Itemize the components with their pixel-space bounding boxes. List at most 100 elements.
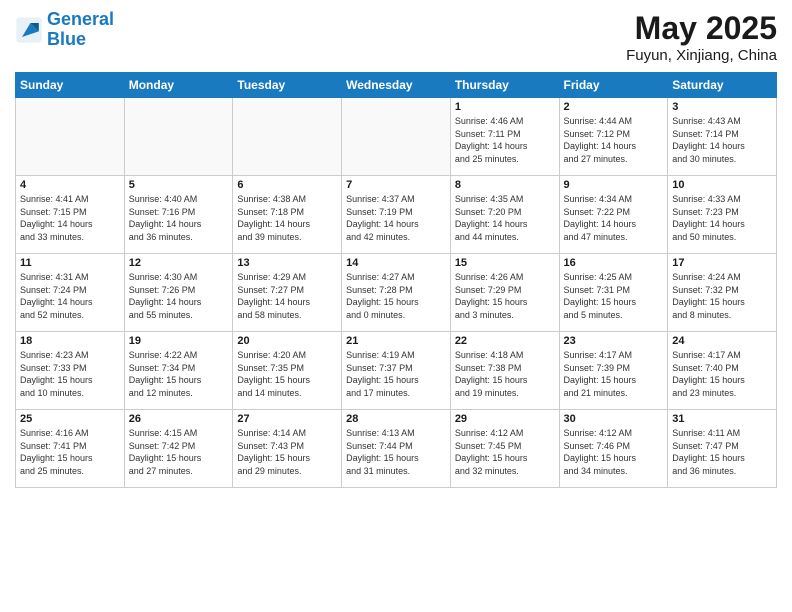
calendar-cell: 8Sunrise: 4:35 AM Sunset: 7:20 PM Daylig… [450, 176, 559, 254]
calendar-cell: 17 Sunrise: 4:24 AM Sunset: 7:32 PM Dayli… [668, 254, 777, 332]
day-info: Sunrise: 4:30 AM Sunset: 7:26 PM Dayligh… [129, 271, 229, 321]
day-info: Sunrise: 4:40 AM Sunset: 7:16 PM Dayligh… [129, 193, 229, 243]
day-number: 9 [564, 179, 664, 191]
day-number: 16 [564, 257, 664, 269]
day-info: Sunrise: 4:24 AM Sunset: 7:32 PM Dayligh… [672, 271, 772, 321]
calendar-cell: 22 Sunrise: 4:18 AM Sunset: 7:38 PM Dayli… [450, 332, 559, 410]
week-row-1: 4 Sunrise: 4:41 AM Sunset: 7:15 PM Daylig… [16, 176, 777, 254]
calendar-cell: 5Sunrise: 4:40 AM Sunset: 7:16 PM Daylig… [124, 176, 233, 254]
calendar-cell: 31 Sunrise: 4:11 AM Sunset: 7:47 PM Dayli… [668, 410, 777, 488]
calendar-cell [124, 98, 233, 176]
calendar-cell: 7Sunrise: 4:37 AM Sunset: 7:19 PM Daylig… [342, 176, 451, 254]
day-info: Sunrise: 4:38 AM Sunset: 7:18 PM Dayligh… [237, 193, 337, 243]
day-number: 11 [20, 257, 120, 269]
day-number: 19 [129, 335, 229, 347]
day-number: 14 [346, 257, 446, 269]
calendar-cell: 13 Sunrise: 4:29 AM Sunset: 7:27 PM Dayli… [233, 254, 342, 332]
day-info: Sunrise: 4:27 AM Sunset: 7:28 PM Dayligh… [346, 271, 446, 321]
calendar-cell [342, 98, 451, 176]
day-number: 31 [672, 413, 772, 425]
weekday-header-friday: Friday [559, 73, 668, 98]
day-info: Sunrise: 4:16 AM Sunset: 7:41 PM Dayligh… [20, 427, 120, 477]
day-info: Sunrise: 4:29 AM Sunset: 7:27 PM Dayligh… [237, 271, 337, 321]
day-number: 3 [672, 101, 772, 113]
logo-text-line2: Blue [47, 30, 114, 50]
week-row-2: 11 Sunrise: 4:31 AM Sunset: 7:24 PM Dayli… [16, 254, 777, 332]
calendar-cell [16, 98, 125, 176]
day-number: 25 [20, 413, 120, 425]
day-number: 20 [237, 335, 337, 347]
calendar-cell: 21Sunrise: 4:19 AM Sunset: 7:37 PM Dayli… [342, 332, 451, 410]
day-info: Sunrise: 4:11 AM Sunset: 7:47 PM Dayligh… [672, 427, 772, 477]
day-number: 23 [564, 335, 664, 347]
calendar-cell: 23 Sunrise: 4:17 AM Sunset: 7:39 PM Dayli… [559, 332, 668, 410]
day-info: Sunrise: 4:20 AM Sunset: 7:35 PM Dayligh… [237, 349, 337, 399]
day-info: Sunrise: 4:43 AM Sunset: 7:14 PM Dayligh… [672, 115, 772, 165]
day-number: 12 [129, 257, 229, 269]
day-info: Sunrise: 4:17 AM Sunset: 7:39 PM Dayligh… [564, 349, 664, 399]
day-number: 8 [455, 179, 555, 191]
page: General Blue May 2025 Fuyun, Xinjiang, C… [0, 0, 792, 612]
calendar-cell: 16Sunrise: 4:25 AM Sunset: 7:31 PM Dayli… [559, 254, 668, 332]
weekday-header-sunday: Sunday [16, 73, 125, 98]
subtitle: Fuyun, Xinjiang, China [626, 47, 777, 64]
calendar-cell: 6Sunrise: 4:38 AM Sunset: 7:18 PM Daylig… [233, 176, 342, 254]
calendar-cell: 4 Sunrise: 4:41 AM Sunset: 7:15 PM Daylig… [16, 176, 125, 254]
day-info: Sunrise: 4:26 AM Sunset: 7:29 PM Dayligh… [455, 271, 555, 321]
calendar-cell: 24 Sunrise: 4:17 AM Sunset: 7:40 PM Dayli… [668, 332, 777, 410]
weekday-header-row: SundayMondayTuesdayWednesdayThursdayFrid… [16, 73, 777, 98]
calendar-cell: 29Sunrise: 4:12 AM Sunset: 7:45 PM Dayli… [450, 410, 559, 488]
calendar-cell: 1Sunrise: 4:46 AM Sunset: 7:11 PM Daylig… [450, 98, 559, 176]
logo-text-line1: General [47, 10, 114, 30]
weekday-header-wednesday: Wednesday [342, 73, 451, 98]
day-number: 2 [564, 101, 664, 113]
day-number: 28 [346, 413, 446, 425]
calendar-cell: 30 Sunrise: 4:12 AM Sunset: 7:46 PM Dayli… [559, 410, 668, 488]
day-number: 26 [129, 413, 229, 425]
day-number: 21 [346, 335, 446, 347]
calendar-cell [233, 98, 342, 176]
weekday-header-tuesday: Tuesday [233, 73, 342, 98]
day-number: 1 [455, 101, 555, 113]
day-number: 4 [20, 179, 120, 191]
calendar-cell: 3 Sunrise: 4:43 AM Sunset: 7:14 PM Daylig… [668, 98, 777, 176]
day-number: 13 [237, 257, 337, 269]
day-info: Sunrise: 4:18 AM Sunset: 7:38 PM Dayligh… [455, 349, 555, 399]
day-info: Sunrise: 4:33 AM Sunset: 7:23 PM Dayligh… [672, 193, 772, 243]
calendar-cell: 20 Sunrise: 4:20 AM Sunset: 7:35 PM Dayli… [233, 332, 342, 410]
calendar-cell: 12 Sunrise: 4:30 AM Sunset: 7:26 PM Dayli… [124, 254, 233, 332]
week-row-3: 18 Sunrise: 4:23 AM Sunset: 7:33 PM Dayli… [16, 332, 777, 410]
calendar-cell: 2 Sunrise: 4:44 AM Sunset: 7:12 PM Daylig… [559, 98, 668, 176]
calendar-cell: 14 Sunrise: 4:27 AM Sunset: 7:28 PM Dayli… [342, 254, 451, 332]
calendar-cell: 11 Sunrise: 4:31 AM Sunset: 7:24 PM Dayli… [16, 254, 125, 332]
calendar: SundayMondayTuesdayWednesdayThursdayFrid… [15, 72, 777, 488]
day-info: Sunrise: 4:14 AM Sunset: 7:43 PM Dayligh… [237, 427, 337, 477]
day-number: 22 [455, 335, 555, 347]
header: General Blue May 2025 Fuyun, Xinjiang, C… [15, 10, 777, 64]
day-info: Sunrise: 4:17 AM Sunset: 7:40 PM Dayligh… [672, 349, 772, 399]
day-info: Sunrise: 4:12 AM Sunset: 7:45 PM Dayligh… [455, 427, 555, 477]
logo-icon [15, 16, 43, 44]
day-info: Sunrise: 4:31 AM Sunset: 7:24 PM Dayligh… [20, 271, 120, 321]
day-number: 24 [672, 335, 772, 347]
weekday-header-monday: Monday [124, 73, 233, 98]
day-number: 10 [672, 179, 772, 191]
day-info: Sunrise: 4:44 AM Sunset: 7:12 PM Dayligh… [564, 115, 664, 165]
logo: General Blue [15, 10, 114, 50]
calendar-cell: 28Sunrise: 4:13 AM Sunset: 7:44 PM Dayli… [342, 410, 451, 488]
day-info: Sunrise: 4:23 AM Sunset: 7:33 PM Dayligh… [20, 349, 120, 399]
day-number: 17 [672, 257, 772, 269]
calendar-cell: 25 Sunrise: 4:16 AM Sunset: 7:41 PM Dayli… [16, 410, 125, 488]
day-info: Sunrise: 4:12 AM Sunset: 7:46 PM Dayligh… [564, 427, 664, 477]
calendar-cell: 18 Sunrise: 4:23 AM Sunset: 7:33 PM Dayli… [16, 332, 125, 410]
day-info: Sunrise: 4:37 AM Sunset: 7:19 PM Dayligh… [346, 193, 446, 243]
calendar-cell: 15Sunrise: 4:26 AM Sunset: 7:29 PM Dayli… [450, 254, 559, 332]
calendar-cell: 27Sunrise: 4:14 AM Sunset: 7:43 PM Dayli… [233, 410, 342, 488]
day-info: Sunrise: 4:41 AM Sunset: 7:15 PM Dayligh… [20, 193, 120, 243]
day-number: 30 [564, 413, 664, 425]
calendar-cell: 10 Sunrise: 4:33 AM Sunset: 7:23 PM Dayli… [668, 176, 777, 254]
main-title: May 2025 [626, 10, 777, 47]
week-row-4: 25 Sunrise: 4:16 AM Sunset: 7:41 PM Dayli… [16, 410, 777, 488]
day-number: 18 [20, 335, 120, 347]
weekday-header-saturday: Saturday [668, 73, 777, 98]
